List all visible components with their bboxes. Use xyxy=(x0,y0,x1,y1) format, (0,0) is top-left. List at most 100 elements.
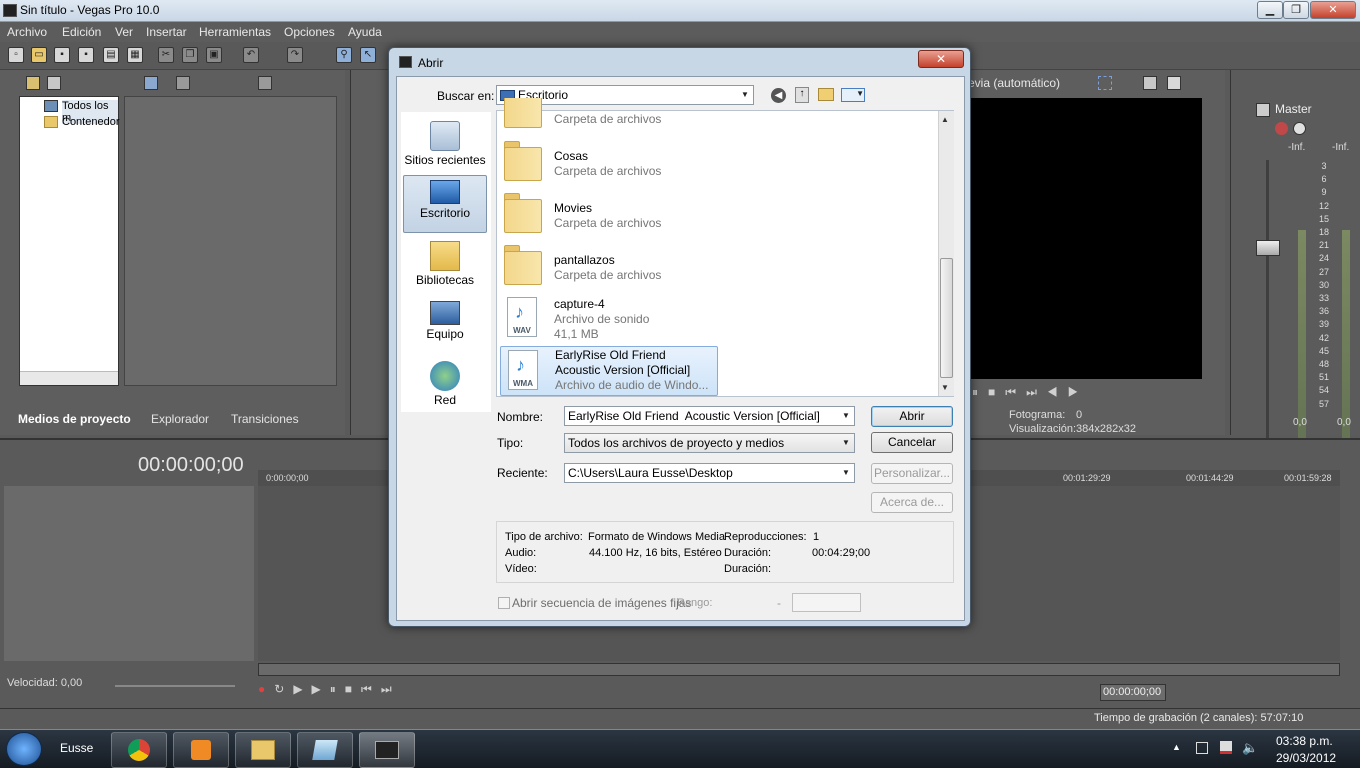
copy-icon[interactable]: ❐ xyxy=(182,47,198,63)
scroll-up-icon[interactable]: ▲ xyxy=(941,115,949,124)
file-list-scrollbar[interactable]: ▲ ▼ xyxy=(938,111,954,396)
name-field[interactable]: EarlyRise Old Friend Acoustic Version [O… xyxy=(564,406,855,426)
timeline-pause-icon[interactable]: ⏸ xyxy=(330,682,345,696)
views-icon[interactable] xyxy=(144,76,158,90)
cursor-timecode-field[interactable]: 00:00:00;00 xyxy=(1100,684,1166,701)
open-folder-icon[interactable]: ▭ xyxy=(31,47,47,63)
file-item-folder-top[interactable]: Carpeta de archivos xyxy=(500,98,800,132)
snap-icon[interactable]: ⚲ xyxy=(336,47,352,63)
start-button[interactable] xyxy=(6,732,42,766)
new-file-icon[interactable]: ▫ xyxy=(8,47,24,63)
paste-icon[interactable]: ▣ xyxy=(206,47,222,63)
timeline-horizontal-scrollbar[interactable] xyxy=(258,663,1340,676)
timeline-stop-icon[interactable]: ■ xyxy=(345,682,361,696)
menu-ver[interactable]: Ver xyxy=(115,25,133,39)
preview-mode-select[interactable]: evia (automático) xyxy=(968,76,1060,90)
about-button[interactable]: Acerca de... xyxy=(871,492,953,513)
new-folder-icon[interactable] xyxy=(818,88,834,101)
menu-opciones[interactable]: Opciones xyxy=(284,25,335,39)
recent-dropdown-icon[interactable]: ▼ xyxy=(838,464,854,482)
next-icon[interactable]: ⏭ xyxy=(1026,385,1047,399)
clock-date[interactable]: 29/03/2012 xyxy=(1276,751,1336,765)
master-fader-handle[interactable] xyxy=(1256,240,1280,256)
view-menu-icon[interactable]: ▼ xyxy=(841,88,865,102)
tray-arrow-icon[interactable]: ▲ xyxy=(1172,742,1181,752)
go-start-icon[interactable]: ⏮ xyxy=(361,682,381,696)
stop-icon[interactable]: ■ xyxy=(988,385,1005,399)
undo-icon[interactable]: ↶ xyxy=(243,47,259,63)
range-end-field[interactable] xyxy=(792,593,861,612)
place-desktop[interactable]: Escritorio xyxy=(403,175,487,233)
fx-icon[interactable] xyxy=(1275,122,1288,135)
menu-herramientas[interactable]: Herramientas xyxy=(199,25,271,39)
cut-icon[interactable]: ✂ xyxy=(158,47,174,63)
menu-insertar[interactable]: Insertar xyxy=(146,25,187,39)
normal-edit-tool-icon[interactable]: ↖ xyxy=(360,47,376,63)
customize-button[interactable]: Personalizar... xyxy=(871,463,953,484)
render-icon[interactable]: ▤ xyxy=(103,47,119,63)
taskbar-app[interactable] xyxy=(297,732,353,768)
menu-ayuda[interactable]: Ayuda xyxy=(348,25,382,39)
tree-horizontal-scrollbar[interactable] xyxy=(20,371,118,385)
place-libraries[interactable]: Bibliotecas xyxy=(403,237,487,295)
scroll-down-icon[interactable]: ▼ xyxy=(941,383,949,392)
save-snapshot-icon[interactable] xyxy=(1167,76,1181,90)
import-media-icon[interactable] xyxy=(26,76,40,90)
file-item-cosas[interactable]: Cosas Carpeta de archivos xyxy=(500,137,800,185)
minimize-button[interactable]: ▁ xyxy=(1257,1,1283,19)
delete-icon[interactable] xyxy=(176,76,190,90)
tray-volume-icon[interactable]: 🔈 xyxy=(1242,740,1258,756)
go-end-icon[interactable]: ⏭ xyxy=(381,682,401,696)
pause-icon[interactable]: ⏸ xyxy=(972,385,988,399)
prev-frame-icon[interactable]: ◀ xyxy=(1047,385,1068,399)
type-dropdown-icon[interactable]: ▼ xyxy=(838,434,854,452)
timeline-play-icon[interactable]: ▶ xyxy=(312,682,330,696)
recent-select[interactable]: C:\Users\Laura Eusse\Desktop ▼ xyxy=(564,463,855,483)
cancel-button[interactable]: Cancelar xyxy=(871,432,953,453)
taskbar-explorer[interactable] xyxy=(235,732,291,768)
redo-icon[interactable]: ↷ xyxy=(287,47,303,63)
scroll-thumb[interactable] xyxy=(940,258,953,378)
record-icon[interactable]: ● xyxy=(258,682,274,696)
project-media-list[interactable] xyxy=(124,96,337,386)
play-icon[interactable] xyxy=(258,76,272,90)
save-as-icon[interactable]: ▪ xyxy=(78,47,94,63)
menu-edicion[interactable]: Edición xyxy=(62,25,101,39)
properties-icon[interactable]: ▦ xyxy=(127,47,143,63)
capture-icon[interactable] xyxy=(47,76,61,90)
tab-transitions[interactable]: Transiciones xyxy=(231,412,299,426)
tray-device-icon[interactable] xyxy=(1196,742,1208,754)
tab-explorer[interactable]: Explorador xyxy=(151,412,209,426)
dialog-close-button[interactable]: ✕ xyxy=(918,50,964,68)
taskbar-chrome[interactable] xyxy=(111,732,167,768)
menu-archivo[interactable]: Archivo xyxy=(7,25,47,39)
file-item-earlyrise[interactable]: ♪ WMA EarlyRise Old Friend Acoustic Versi… xyxy=(500,346,718,396)
prev-icon[interactable]: ⏮ xyxy=(1005,385,1026,399)
track-header-area[interactable] xyxy=(4,486,254,661)
clock-time[interactable]: 03:38 p.m. xyxy=(1276,734,1333,748)
tab-project-media[interactable]: Medios de proyecto xyxy=(18,412,131,426)
place-computer[interactable]: Equipo xyxy=(403,297,487,355)
tray-action-center-icon[interactable] xyxy=(1220,741,1232,754)
maximize-button[interactable]: ❐ xyxy=(1283,1,1309,19)
file-item-capture-4[interactable]: ♪ WAV capture-4 Archivo de sonido 41,1 MB xyxy=(500,294,800,342)
speed-slider[interactable] xyxy=(115,685,235,687)
taskbar-vegas[interactable] xyxy=(359,732,415,768)
next-frame-icon[interactable]: ▶ xyxy=(1068,385,1089,399)
sequence-checkbox[interactable] xyxy=(498,597,510,609)
taskbar-media-player[interactable] xyxy=(173,732,229,768)
copy-snapshot-icon[interactable] xyxy=(1143,76,1157,90)
file-item-pantallazos[interactable]: pantallazos Carpeta de archivos xyxy=(500,241,800,289)
taskbar-user[interactable]: Eusse xyxy=(60,741,93,755)
name-dropdown-icon[interactable]: ▼ xyxy=(838,407,854,425)
loop-icon[interactable]: ↻ xyxy=(274,682,293,696)
close-button[interactable]: ✕ xyxy=(1310,1,1356,19)
play-from-start-icon[interactable]: ▶ xyxy=(293,682,311,696)
grid-icon[interactable] xyxy=(1098,76,1112,90)
mute-icon[interactable] xyxy=(1293,122,1306,135)
save-icon[interactable]: ▪ xyxy=(54,47,70,63)
file-item-movies[interactable]: Movies Carpeta de archivos xyxy=(500,189,800,237)
open-button[interactable]: Abrir xyxy=(871,406,953,427)
type-select[interactable]: Todos los archivos de proyecto y medios … xyxy=(564,433,855,453)
place-recent[interactable]: Sitios recientes xyxy=(403,117,487,175)
